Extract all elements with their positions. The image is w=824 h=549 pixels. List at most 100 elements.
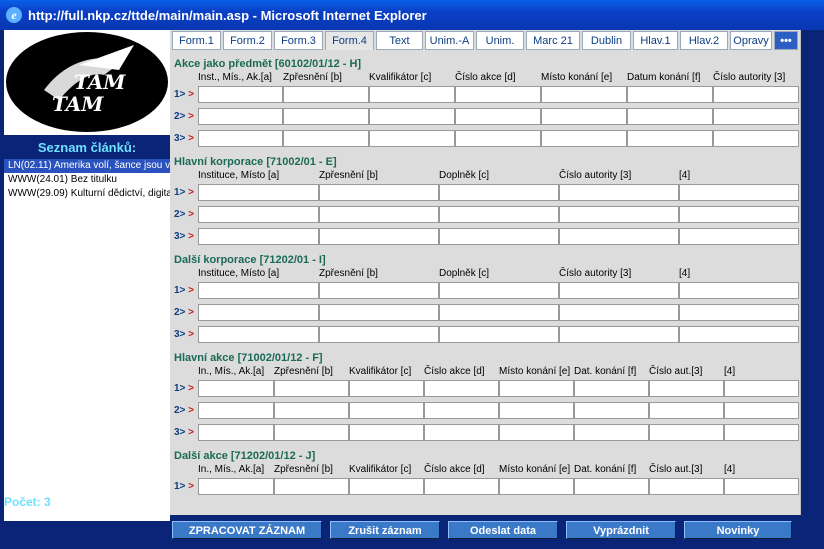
text-field[interactable]: [724, 380, 799, 397]
text-field[interactable]: [319, 184, 439, 201]
text-field[interactable]: [499, 478, 574, 495]
text-field[interactable]: [198, 184, 319, 201]
text-field[interactable]: [541, 130, 627, 147]
text-field[interactable]: [198, 108, 283, 125]
list-item[interactable]: WWW(29.09) Kulturní dědictví, digitaliza…: [4, 187, 170, 201]
tab-unim-a[interactable]: Unim.-A: [425, 31, 474, 50]
text-field[interactable]: [499, 402, 574, 419]
text-field[interactable]: [198, 380, 274, 397]
text-field[interactable]: [198, 228, 319, 245]
text-field[interactable]: [559, 206, 679, 223]
text-field[interactable]: [559, 304, 679, 321]
more-tabs-button[interactable]: •••: [774, 31, 798, 50]
cancel-record-button[interactable]: Zrušit záznam: [330, 521, 440, 539]
tab-form-4[interactable]: Form.4: [325, 31, 374, 50]
tab-text[interactable]: Text: [376, 31, 423, 50]
text-field[interactable]: [319, 326, 439, 343]
text-field[interactable]: [679, 184, 799, 201]
text-field[interactable]: [369, 86, 455, 103]
list-item[interactable]: LN(02.11) Amerika volí, šance jsou vy: [4, 159, 170, 173]
text-field[interactable]: [541, 108, 627, 125]
text-field[interactable]: [439, 206, 559, 223]
text-field[interactable]: [455, 86, 541, 103]
text-field[interactable]: [713, 86, 799, 103]
text-field[interactable]: [439, 326, 559, 343]
text-field[interactable]: [679, 326, 799, 343]
tab-form-3[interactable]: Form.3: [274, 31, 323, 50]
text-field[interactable]: [439, 304, 559, 321]
text-field[interactable]: [319, 206, 439, 223]
tab-opravy[interactable]: Opravy: [730, 31, 772, 50]
text-field[interactable]: [679, 206, 799, 223]
text-field[interactable]: [198, 424, 274, 441]
tab-hlav-2[interactable]: Hlav.2: [680, 31, 728, 50]
text-field[interactable]: [283, 86, 369, 103]
text-field[interactable]: [455, 130, 541, 147]
text-field[interactable]: [439, 282, 559, 299]
text-field[interactable]: [679, 228, 799, 245]
list-item[interactable]: WWW(24.01) Bez titulku: [4, 173, 170, 187]
text-field[interactable]: [724, 402, 799, 419]
text-field[interactable]: [424, 424, 499, 441]
text-field[interactable]: [713, 130, 799, 147]
text-field[interactable]: [649, 424, 724, 441]
text-field[interactable]: [198, 206, 319, 223]
text-field[interactable]: [274, 424, 349, 441]
text-field[interactable]: [198, 478, 274, 495]
text-field[interactable]: [198, 86, 283, 103]
tab-form-2[interactable]: Form.2: [223, 31, 272, 50]
text-field[interactable]: [627, 86, 713, 103]
text-field[interactable]: [649, 478, 724, 495]
text-field[interactable]: [439, 184, 559, 201]
text-field[interactable]: [424, 478, 499, 495]
tab-hlav-1[interactable]: Hlav.1: [633, 31, 678, 50]
text-field[interactable]: [319, 304, 439, 321]
process-record-button[interactable]: ZPRACOVAT ZÁZNAM: [172, 521, 322, 539]
text-field[interactable]: [724, 478, 799, 495]
text-field[interactable]: [274, 478, 349, 495]
tab-unim-[interactable]: Unim.: [476, 31, 524, 50]
text-field[interactable]: [541, 86, 627, 103]
text-field[interactable]: [679, 282, 799, 299]
text-field[interactable]: [319, 228, 439, 245]
text-field[interactable]: [274, 380, 349, 397]
text-field[interactable]: [198, 282, 319, 299]
text-field[interactable]: [349, 402, 424, 419]
clear-button[interactable]: Vyprázdnit: [566, 521, 676, 539]
text-field[interactable]: [559, 228, 679, 245]
text-field[interactable]: [424, 380, 499, 397]
text-field[interactable]: [369, 130, 455, 147]
text-field[interactable]: [349, 424, 424, 441]
text-field[interactable]: [349, 478, 424, 495]
text-field[interactable]: [559, 184, 679, 201]
text-field[interactable]: [679, 304, 799, 321]
text-field[interactable]: [198, 402, 274, 419]
tab-marc-21[interactable]: Marc 21: [526, 31, 580, 50]
article-list[interactable]: LN(02.11) Amerika volí, šance jsou vy WW…: [4, 159, 170, 521]
text-field[interactable]: [499, 424, 574, 441]
text-field[interactable]: [649, 380, 724, 397]
tab-dublin[interactable]: Dublin: [582, 31, 631, 50]
text-field[interactable]: [559, 326, 679, 343]
text-field[interactable]: [274, 402, 349, 419]
tab-form-1[interactable]: Form.1: [172, 31, 221, 50]
text-field[interactable]: [198, 130, 283, 147]
text-field[interactable]: [369, 108, 455, 125]
text-field[interactable]: [574, 402, 649, 419]
text-field[interactable]: [283, 130, 369, 147]
text-field[interactable]: [574, 478, 649, 495]
text-field[interactable]: [198, 326, 319, 343]
send-data-button[interactable]: Odeslat data: [448, 521, 558, 539]
text-field[interactable]: [627, 108, 713, 125]
text-field[interactable]: [724, 424, 799, 441]
text-field[interactable]: [319, 282, 439, 299]
text-field[interactable]: [424, 402, 499, 419]
text-field[interactable]: [649, 402, 724, 419]
text-field[interactable]: [439, 228, 559, 245]
news-button[interactable]: Novinky: [684, 521, 792, 539]
text-field[interactable]: [559, 282, 679, 299]
text-field[interactable]: [198, 304, 319, 321]
text-field[interactable]: [574, 380, 649, 397]
text-field[interactable]: [455, 108, 541, 125]
text-field[interactable]: [574, 424, 649, 441]
